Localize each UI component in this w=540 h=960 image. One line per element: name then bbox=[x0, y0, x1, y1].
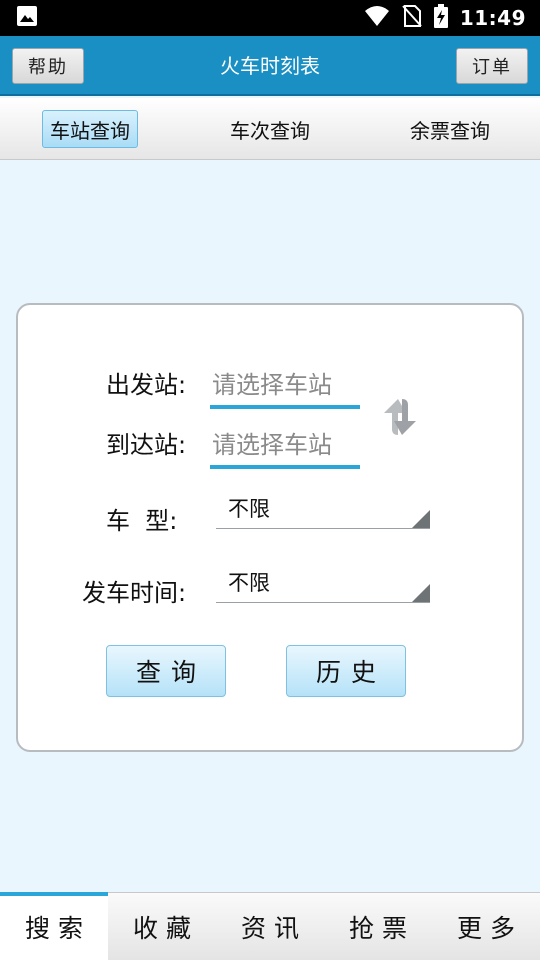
swap-stations-icon[interactable] bbox=[374, 391, 426, 447]
arrival-label: 到达站: bbox=[106, 431, 187, 459]
departure-label: 出发站: bbox=[106, 371, 187, 399]
tab-station-query[interactable]: 车站查询 bbox=[42, 110, 138, 148]
query-button[interactable]: 查询 bbox=[106, 645, 226, 697]
train-type-select[interactable]: 不限 bbox=[216, 493, 430, 529]
nav-news[interactable]: 资讯 bbox=[216, 893, 324, 960]
nav-more[interactable]: 更多 bbox=[432, 893, 540, 960]
arrival-input-underline bbox=[210, 465, 360, 469]
departure-input-underline bbox=[210, 405, 360, 409]
status-bar: 11:49 bbox=[0, 0, 540, 36]
train-type-label: 车 型: bbox=[106, 507, 178, 535]
gallery-icon bbox=[16, 5, 38, 31]
departure-station-input[interactable]: 请选择车站 bbox=[212, 365, 332, 400]
station-query-card: 出发站: 请选择车站 到达站: 请选择车站 车 型: 不限 发车时间: 不限 查… bbox=[16, 303, 524, 752]
tab-ticket-query[interactable]: 余票查询 bbox=[400, 110, 500, 148]
wifi-icon bbox=[364, 5, 390, 31]
status-icons: 11:49 bbox=[364, 4, 526, 32]
orders-button[interactable]: 订单 bbox=[456, 48, 528, 84]
dropdown-arrow-icon bbox=[412, 584, 430, 602]
arrival-station-input[interactable]: 请选择车站 bbox=[212, 425, 332, 460]
nav-grab-tickets[interactable]: 抢票 bbox=[324, 893, 432, 960]
nav-favorites[interactable]: 收藏 bbox=[108, 893, 216, 960]
nav-search[interactable]: 搜索 bbox=[0, 892, 108, 960]
depart-time-select[interactable]: 不限 bbox=[216, 567, 430, 603]
no-sim-icon bbox=[402, 4, 422, 32]
depart-time-label: 发车时间: bbox=[82, 579, 187, 607]
dropdown-arrow-icon bbox=[412, 510, 430, 528]
help-button[interactable]: 帮助 bbox=[12, 48, 84, 84]
title-bar: 火车时刻表 帮助 订单 bbox=[0, 36, 540, 96]
tab-train-query[interactable]: 车次查询 bbox=[220, 110, 320, 148]
query-tabs: 车站查询 车次查询 余票查询 bbox=[0, 98, 540, 160]
status-time: 11:49 bbox=[459, 6, 526, 30]
depart-time-value: 不限 bbox=[228, 571, 270, 595]
history-button[interactable]: 历史 bbox=[286, 645, 406, 697]
train-type-value: 不限 bbox=[228, 497, 270, 521]
battery-charging-icon bbox=[433, 4, 448, 32]
bottom-nav: 搜索 收藏 资讯 抢票 更多 bbox=[0, 892, 540, 960]
